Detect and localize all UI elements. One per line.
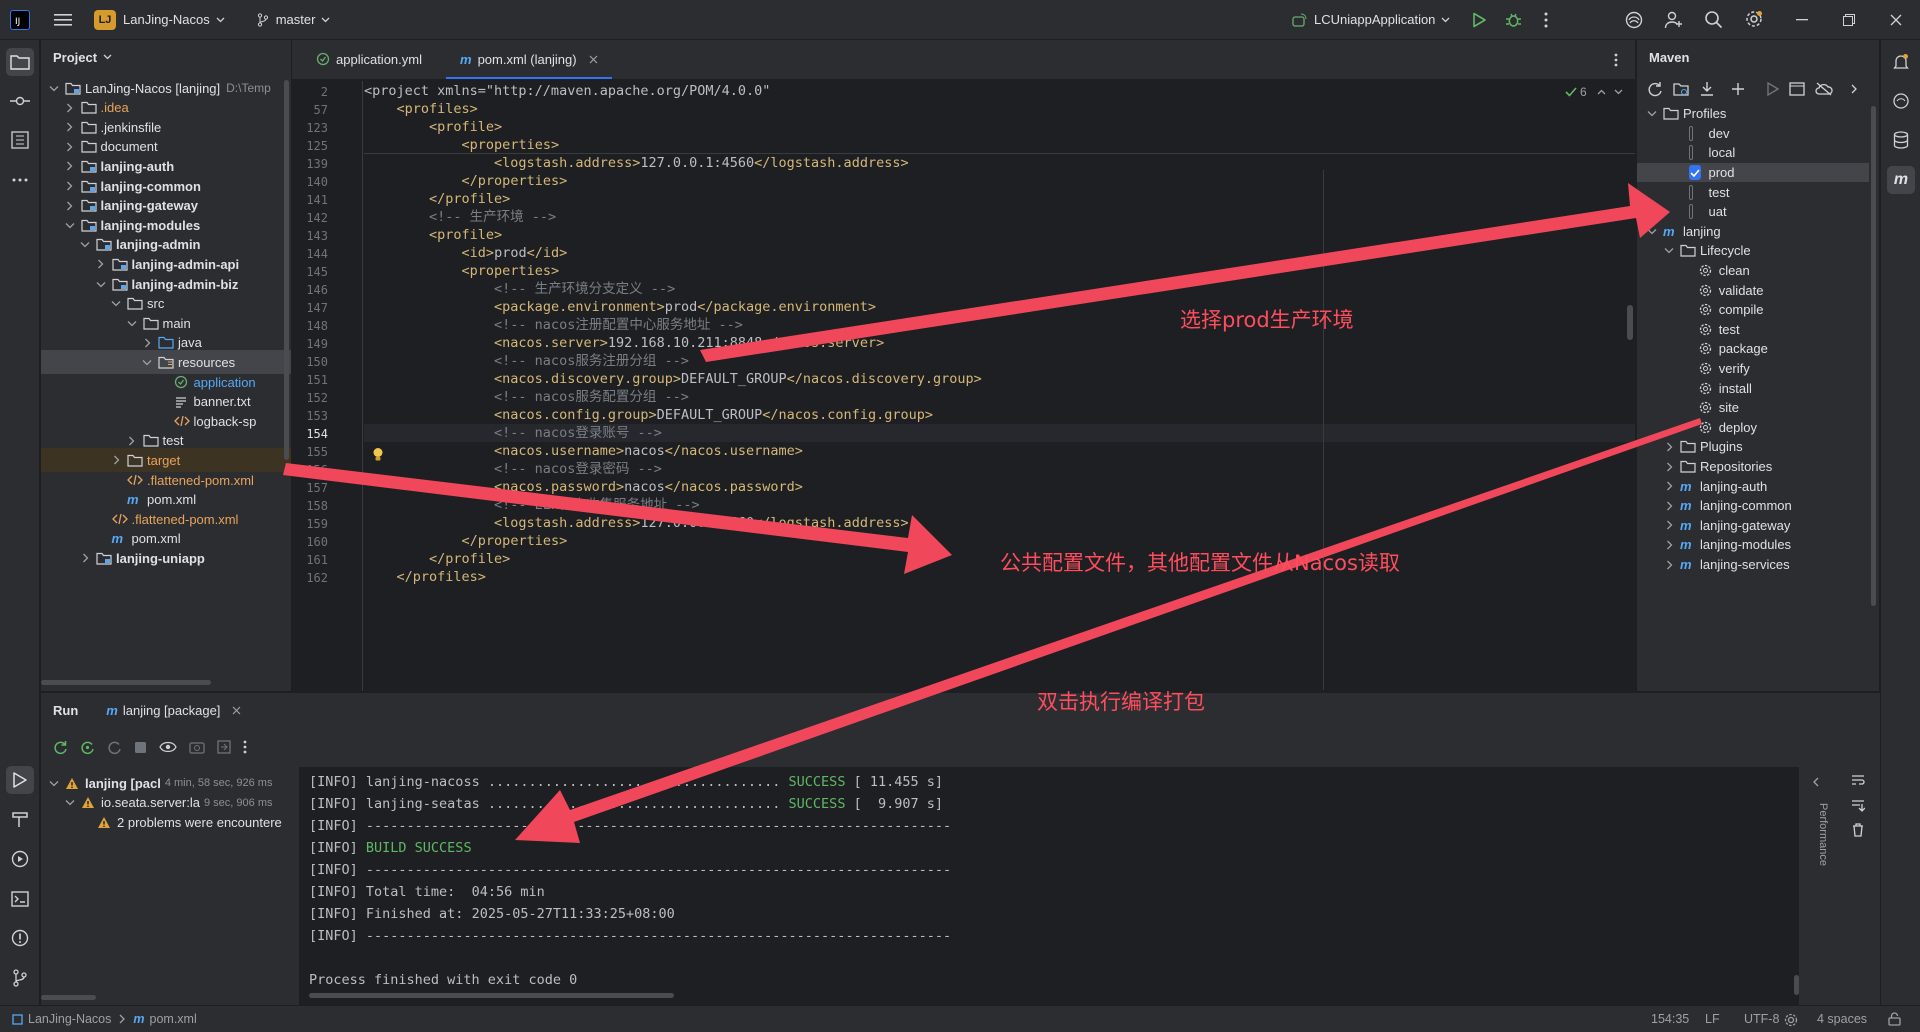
annotation-arrows [283,183,1702,843]
arrow-to-package-goal [515,418,1702,843]
arrow-to-common-config [283,463,952,574]
annotation-double-click: 双击执行编译打包 [1037,690,1205,714]
annotation-common-config: 公共配置文件，其他配置文件从Nacos读取 [1000,551,1400,575]
annotation-select-prod: 选择prod生产环境 [1180,308,1354,332]
arrow-to-prod-profile [700,183,1670,362]
